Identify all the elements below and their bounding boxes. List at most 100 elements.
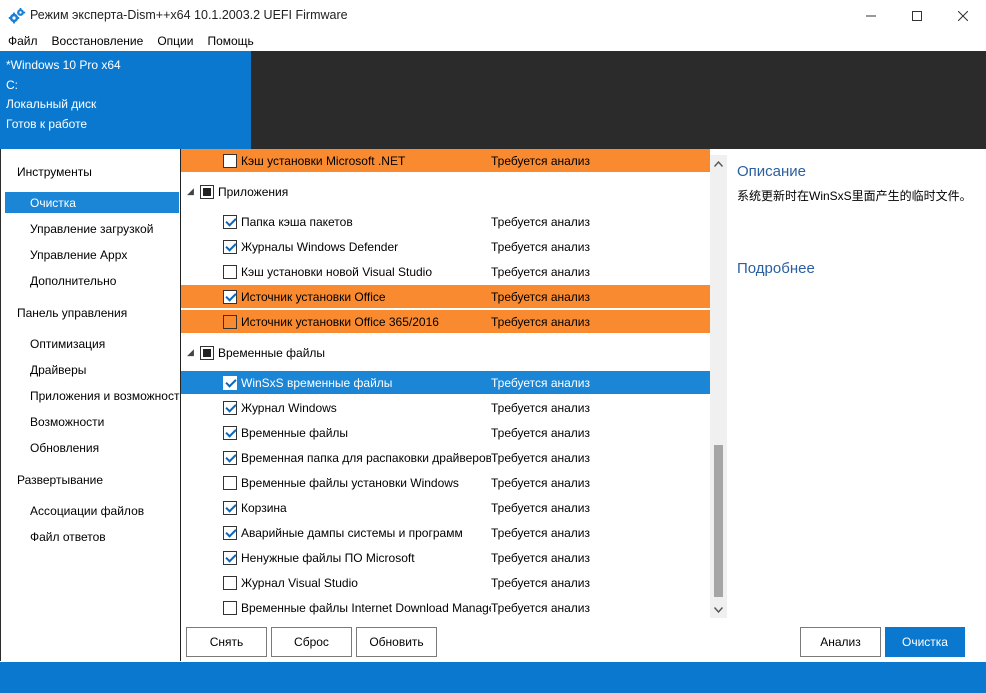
clean-button[interactable]: Очистка [885, 627, 965, 657]
scroll-down-button[interactable] [710, 601, 727, 618]
item-checkbox-checked[interactable] [223, 426, 237, 440]
more-info-link[interactable]: Подробнее [737, 260, 815, 277]
menu-help[interactable]: Помощь [207, 34, 253, 48]
item-checkbox[interactable] [223, 315, 237, 329]
group-name: Приложения [218, 185, 289, 199]
sidebar-item-features[interactable]: Возможности [30, 415, 104, 429]
item-name: Временные файлы установки Windows [241, 476, 459, 490]
scroll-up-button[interactable] [710, 155, 727, 172]
sidebar-item-answer[interactable]: Файл ответов [30, 530, 106, 544]
item-checkbox-checked[interactable] [223, 551, 237, 565]
details-panel: Описание 系统更新时在WinSxS里面产生的临时文件。 Подробне… [727, 149, 986, 619]
close-button[interactable] [940, 0, 986, 31]
chevron-down-icon [714, 606, 723, 613]
group-name: Временные файлы [218, 346, 326, 360]
os-label: *Windows 10 Pro x64 [6, 58, 121, 72]
refresh-button[interactable]: Обновить [356, 627, 437, 657]
item-checkbox[interactable] [223, 265, 237, 279]
group-checkbox[interactable] [200, 346, 214, 360]
list-item[interactable]: Временная папка для распаковки драйверов… [181, 446, 710, 469]
nav-group-tools: Инструменты [17, 165, 92, 179]
group-header-temp[interactable]: ◢ Временные файлы [181, 341, 710, 365]
item-status: Требуется анализ [491, 240, 590, 254]
list-item[interactable]: Кэш установки новой Visual Studio Требуе… [181, 260, 710, 283]
item-checkbox[interactable] [223, 154, 237, 168]
collapse-arrow-icon[interactable]: ◢ [187, 186, 194, 197]
sidebar-item-appx[interactable]: Управление Appx [30, 248, 127, 262]
sidebar-item-optimize[interactable]: Оптимизация [30, 337, 105, 351]
cleanup-list: Кэш установки Microsoft .NET Требуется а… [181, 149, 710, 619]
item-status: Требуется анализ [491, 376, 590, 390]
item-status: Требуется анализ [491, 315, 590, 329]
scroll-thumb[interactable] [714, 445, 723, 597]
list-item[interactable]: Кэш установки Microsoft .NET Требуется а… [181, 149, 710, 172]
sidebar: Инструменты Очистка Управление загрузкой… [0, 149, 181, 661]
item-checkbox[interactable] [223, 476, 237, 490]
item-name: Журнал Visual Studio [241, 576, 358, 590]
item-name: WinSxS временные файлы [241, 376, 393, 390]
item-name: Кэш установки новой Visual Studio [241, 265, 433, 279]
item-name: Аварийные дампы системы и программ [241, 526, 463, 540]
drive-label: C: [6, 77, 18, 92]
sidebar-item-apps[interactable]: Приложения и возможности [30, 389, 180, 403]
item-status: Требуется анализ [491, 526, 590, 540]
list-item[interactable]: Временные файлы Internet Download Manage… [181, 596, 710, 619]
group-header-apps[interactable]: ◢ Приложения [181, 180, 710, 204]
list-item[interactable]: Журнал Windows Требуется анализ [181, 396, 710, 419]
analyze-button[interactable]: Анализ [800, 627, 881, 657]
status-bar [0, 662, 986, 693]
item-status: Требуется анализ [491, 215, 590, 229]
system-info-panel[interactable]: *Windows 10 Pro x64 C: Локальный диск Го… [0, 51, 251, 149]
item-status: Требуется анализ [491, 265, 590, 279]
list-item-selected[interactable]: WinSxS временные файлы Требуется анализ [181, 371, 710, 394]
group-checkbox[interactable] [200, 185, 214, 199]
uncheck-button[interactable]: Снять [186, 627, 267, 657]
item-checkbox-checked[interactable] [223, 376, 237, 390]
window-title: Режим эксперта-Dism++x64 10.1.2003.2 UEF… [30, 8, 348, 22]
menu-file[interactable]: Файл [8, 34, 38, 48]
list-item[interactable]: Корзина Требуется анализ [181, 496, 710, 519]
sidebar-item-extra[interactable]: Дополнительно [30, 274, 116, 288]
nav-group-control-panel: Панель управления [17, 306, 128, 320]
item-name: Источник установки Office [241, 290, 386, 304]
item-checkbox-checked[interactable] [223, 240, 237, 254]
item-name: Папка кэша пакетов [241, 215, 353, 229]
list-item[interactable]: Папка кэша пакетов Требуется анализ [181, 210, 710, 233]
list-item[interactable]: Журналы Windows Defender Требуется анали… [181, 235, 710, 258]
item-checkbox-checked[interactable] [223, 290, 237, 304]
list-item[interactable]: Источник установки Office 365/2016 Требу… [181, 310, 710, 333]
maximize-icon [912, 10, 922, 21]
item-status: Требуется анализ [491, 501, 590, 515]
list-item[interactable]: Ненужные файлы ПО Microsoft Требуется ан… [181, 546, 710, 569]
sidebar-item-assoc[interactable]: Ассоциации файлов [30, 504, 144, 518]
collapse-arrow-icon[interactable]: ◢ [187, 347, 194, 358]
item-checkbox-checked[interactable] [223, 526, 237, 540]
item-status: Требуется анализ [491, 401, 590, 415]
item-checkbox-checked[interactable] [223, 451, 237, 465]
item-checkbox[interactable] [223, 601, 237, 615]
menu-restore[interactable]: Восстановление [52, 34, 144, 48]
menu-options[interactable]: Опции [157, 34, 193, 48]
item-status: Требуется анализ [491, 154, 590, 168]
sidebar-item-boot[interactable]: Управление загрузкой [30, 222, 153, 236]
item-status: Требуется анализ [491, 601, 590, 615]
item-checkbox-checked[interactable] [223, 501, 237, 515]
item-name: Кэш установки Microsoft .NET [241, 154, 406, 168]
sidebar-item-cleanup[interactable]: Очистка [30, 196, 76, 210]
minimize-button[interactable] [848, 0, 894, 31]
list-item[interactable]: Временные файлы установки Windows Требуе… [181, 471, 710, 494]
item-checkbox-checked[interactable] [223, 215, 237, 229]
list-item[interactable]: Журнал Visual Studio Требуется анализ [181, 571, 710, 594]
list-item[interactable]: Временные файлы Требуется анализ [181, 421, 710, 444]
list-item[interactable]: Аварийные дампы системы и программ Требу… [181, 521, 710, 544]
list-scrollbar[interactable] [710, 155, 727, 618]
title-bar: Режим эксперта-Dism++x64 10.1.2003.2 UEF… [0, 0, 986, 31]
item-status: Требуется анализ [491, 426, 590, 440]
item-checkbox-checked[interactable] [223, 401, 237, 415]
reset-button[interactable]: Сброс [271, 627, 352, 657]
item-checkbox[interactable] [223, 576, 237, 590]
sidebar-item-drivers[interactable]: Драйверы [30, 363, 86, 377]
sidebar-item-updates[interactable]: Обновления [30, 441, 99, 455]
list-item[interactable]: Источник установки Office Требуется анал… [181, 285, 710, 308]
maximize-button[interactable] [894, 0, 940, 31]
